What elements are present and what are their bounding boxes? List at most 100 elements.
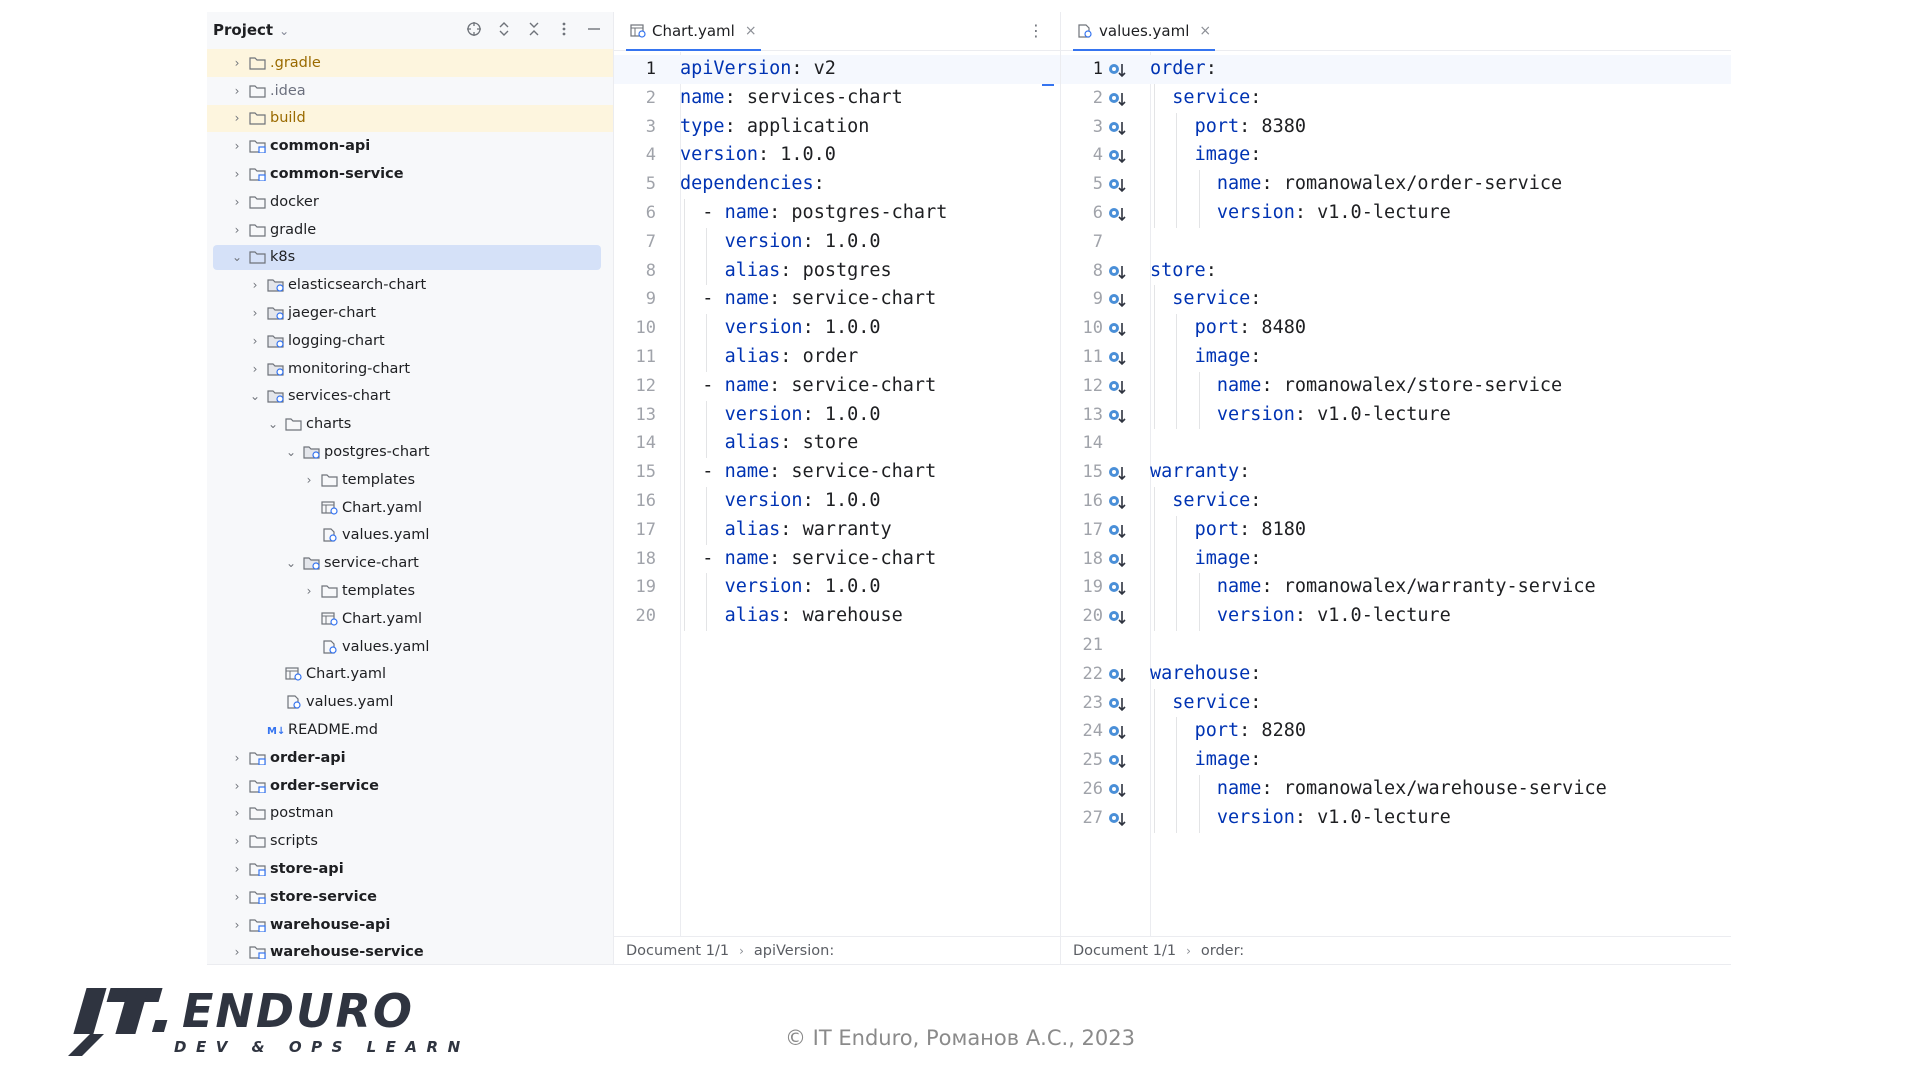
code-line[interactable]: 9- name: service-chart [614,285,1060,315]
code-line[interactable]: 3 port: 8380 [1061,112,1731,142]
helm-override-icon[interactable] [1107,119,1127,137]
chevron-right-icon[interactable]: › [229,890,245,904]
code-line[interactable]: 18- name: service-chart [614,544,1060,574]
helm-override-icon[interactable] [1107,781,1127,799]
helm-override-icon[interactable] [1107,320,1127,338]
chevron-right-icon[interactable]: › [229,56,245,70]
tree-item-gradle[interactable]: › gradle [207,216,613,244]
code-line[interactable]: 17 alias: warranty [614,515,1060,545]
helm-override-icon[interactable] [1107,608,1127,626]
code-line[interactable]: 13 version: v1.0-lecture [1061,400,1731,430]
chevron-right-icon[interactable]: › [229,945,245,959]
code-line[interactable]: 25 image: [1061,746,1731,775]
helm-override-icon[interactable] [1107,61,1127,79]
tree-item-chart-yaml[interactable]: Chart.yaml [207,605,613,633]
code-line[interactable]: 7 version: 1.0.0 [614,227,1060,257]
helm-override-icon[interactable] [1107,90,1127,108]
helm-override-icon[interactable] [1107,695,1127,713]
collapse-all-icon[interactable] [525,19,543,39]
tree-item-store-service[interactable]: › store-service [207,883,613,911]
code-line[interactable]: 12 name: romanowalex/store-service [1061,371,1731,401]
chevron-right-icon[interactable]: › [229,223,245,237]
chevron-right-icon[interactable]: › [247,362,263,376]
tab-chart-yaml[interactable]: Chart.yaml × [626,12,761,51]
tree-item-values-yaml[interactable]: values.yaml [207,633,613,661]
code-line[interactable]: 19 version: 1.0.0 [614,573,1060,603]
helm-override-icon[interactable] [1107,493,1127,511]
code-line[interactable]: 20 alias: warehouse [614,602,1060,631]
breadcrumb-path[interactable]: apiVersion: [754,943,834,959]
tree-item-chart-yaml[interactable]: Chart.yaml [207,661,613,689]
code-line[interactable]: 9 service: [1061,285,1731,315]
chevron-right-icon[interactable]: › [229,139,245,153]
code-line[interactable]: 20 version: v1.0-lecture [1061,602,1731,631]
code-line[interactable]: 17 port: 8180 [1061,515,1731,545]
chevron-right-icon[interactable]: › [247,278,263,292]
helm-override-icon[interactable] [1107,723,1127,741]
code-line[interactable]: 5 name: romanowalex/order-service [1061,170,1731,199]
code-line[interactable]: 19 name: romanowalex/warranty-service [1061,573,1731,603]
helm-override-icon[interactable] [1107,551,1127,569]
tree-item-templates[interactable]: › templates [207,466,613,494]
helm-override-icon[interactable] [1107,522,1127,540]
chevron-down-icon[interactable]: ⌄ [265,417,281,431]
tree-item-common-api[interactable]: › common-api [207,132,613,160]
tree-item-warehouse-api[interactable]: › warehouse-api [207,911,613,939]
helm-override-icon[interactable] [1107,176,1127,194]
code-line[interactable]: 15 warranty: [1061,458,1731,487]
code-line[interactable]: 12- name: service-chart [614,371,1060,401]
hide-panel-icon[interactable] [585,19,603,39]
code-line[interactable]: 4 version: 1.0.0 [614,141,1060,170]
code-line[interactable]: 10 port: 8480 [1061,314,1731,343]
tree-item-k8s[interactable]: ⌄ k8s [207,244,613,272]
code-area[interactable]: 1 apiVersion: v2 2 name: services-chart 3 typ… [614,55,1060,631]
chevron-right-icon[interactable]: › [247,306,263,320]
code-line[interactable]: 8 store: [1061,257,1731,286]
code-area[interactable]: 1 order: 2 service: 3 port: 8380 4 image: 5 name:… [1061,55,1731,833]
more-options-icon[interactable]: ⋮ [1028,21,1044,40]
tree-item-logging-chart[interactable]: › logging-chart [207,327,613,355]
chevron-right-icon[interactable]: › [229,751,245,765]
chevron-right-icon[interactable]: › [229,84,245,98]
tree-item-order-service[interactable]: › order-service [207,772,613,800]
chevron-right-icon[interactable]: › [229,806,245,820]
breadcrumb-path[interactable]: order: [1201,943,1244,959]
tree-item-store-api[interactable]: › store-api [207,855,613,883]
code-line[interactable]: 22 warehouse: [1061,660,1731,689]
tree-item-elasticsearch-chart[interactable]: › elasticsearch-chart [207,271,613,299]
tree-item-monitoring-chart[interactable]: › monitoring-chart [207,355,613,383]
chevron-right-icon[interactable]: › [229,195,245,209]
code-line[interactable]: 7 [1061,228,1731,257]
chevron-right-icon[interactable]: › [301,473,317,487]
code-line[interactable]: 14 alias: store [614,429,1060,459]
chevron-right-icon[interactable]: › [229,111,245,125]
locate-icon[interactable] [465,19,483,39]
helm-override-icon[interactable] [1107,349,1127,367]
helm-override-icon[interactable] [1107,291,1127,309]
tree-item-postgres-chart[interactable]: ⌄ postgres-chart [207,438,613,466]
code-line[interactable]: 6 version: v1.0-lecture [1061,198,1731,228]
code-line[interactable]: 14 [1061,429,1731,458]
code-line[interactable]: 3 type: application [614,113,1060,142]
helm-override-icon[interactable] [1107,810,1127,828]
helm-override-icon[interactable] [1107,378,1127,396]
code-line[interactable]: 5 dependencies: [614,170,1060,199]
code-line[interactable]: 16 service: [1061,486,1731,516]
tree-item-templates[interactable]: › templates [207,577,613,605]
code-line[interactable]: 27 version: v1.0-lecture [1061,803,1731,833]
close-icon[interactable]: × [1199,23,1211,39]
chevron-right-icon[interactable]: › [229,918,245,932]
helm-override-icon[interactable] [1107,263,1127,281]
code-line[interactable]: 2 service: [1061,83,1731,113]
tree-item-warehouse-service[interactable]: › warehouse-service [207,939,613,965]
tree-item-chart-yaml[interactable]: Chart.yaml [207,494,613,522]
more-options-icon[interactable] [555,19,573,39]
chevron-down-icon[interactable]: ⌄ [247,389,263,403]
helm-override-icon[interactable] [1107,579,1127,597]
tree-item-docker[interactable]: › docker [207,188,613,216]
helm-override-icon[interactable] [1107,205,1127,223]
code-line[interactable]: 26 name: romanowalex/warehouse-service [1061,774,1731,804]
helm-override-icon[interactable] [1107,407,1127,425]
tree-item-idea[interactable]: › .idea [207,77,613,105]
code-line[interactable]: 8 alias: postgres [614,256,1060,286]
